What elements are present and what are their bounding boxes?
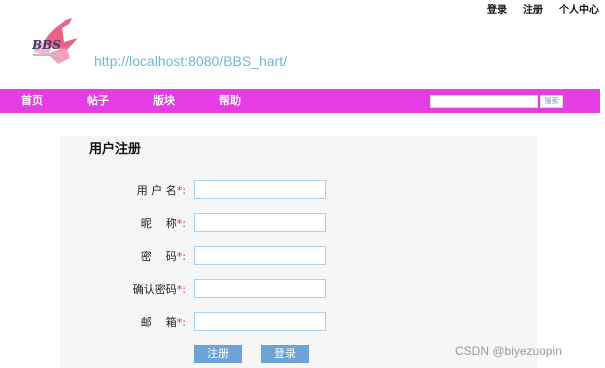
register-link[interactable]: 注册 <box>523 1 543 16</box>
user-center-link[interactable]: 个人中心 <box>559 1 599 16</box>
username-field[interactable] <box>194 180 326 199</box>
register-button[interactable]: 注册 <box>194 345 242 363</box>
confirm-password-label: 确认密码*: <box>132 283 186 296</box>
nickname-label: 昵 称*: <box>140 217 186 230</box>
confirm-password-field[interactable] <box>194 279 326 298</box>
nickname-field[interactable] <box>194 213 326 232</box>
nav-help[interactable]: 帮助 <box>219 89 241 113</box>
nav-boards[interactable]: 版块 <box>153 89 175 113</box>
bbs-logo: BBS <box>31 18 78 64</box>
svg-text:BBS: BBS <box>31 38 61 52</box>
site-url: http://localhost:8080/BBS_hart/ <box>94 53 288 69</box>
password-field[interactable] <box>194 246 326 265</box>
csdn-watermark: CSDN @biyezuopin <box>455 344 562 358</box>
password-label: 密 码*: <box>140 250 186 263</box>
email-label: 邮 箱*: <box>140 316 186 329</box>
top-links: 登录 注册 个人中心 <box>487 1 599 16</box>
login-button[interactable]: 登录 <box>261 345 309 363</box>
search-button[interactable]: 搜索 <box>540 95 563 108</box>
email-field[interactable] <box>194 312 326 331</box>
search-input[interactable] <box>430 95 538 108</box>
login-link[interactable]: 登录 <box>487 1 507 16</box>
nav-posts[interactable]: 帖子 <box>87 89 109 113</box>
page-title: 用户注册 <box>89 142 142 157</box>
nav-home[interactable]: 首页 <box>21 89 43 113</box>
main-navbar: 首页 帖子 版块 帮助 搜索 <box>0 89 600 113</box>
username-label: 用 户 名*: <box>136 184 186 197</box>
